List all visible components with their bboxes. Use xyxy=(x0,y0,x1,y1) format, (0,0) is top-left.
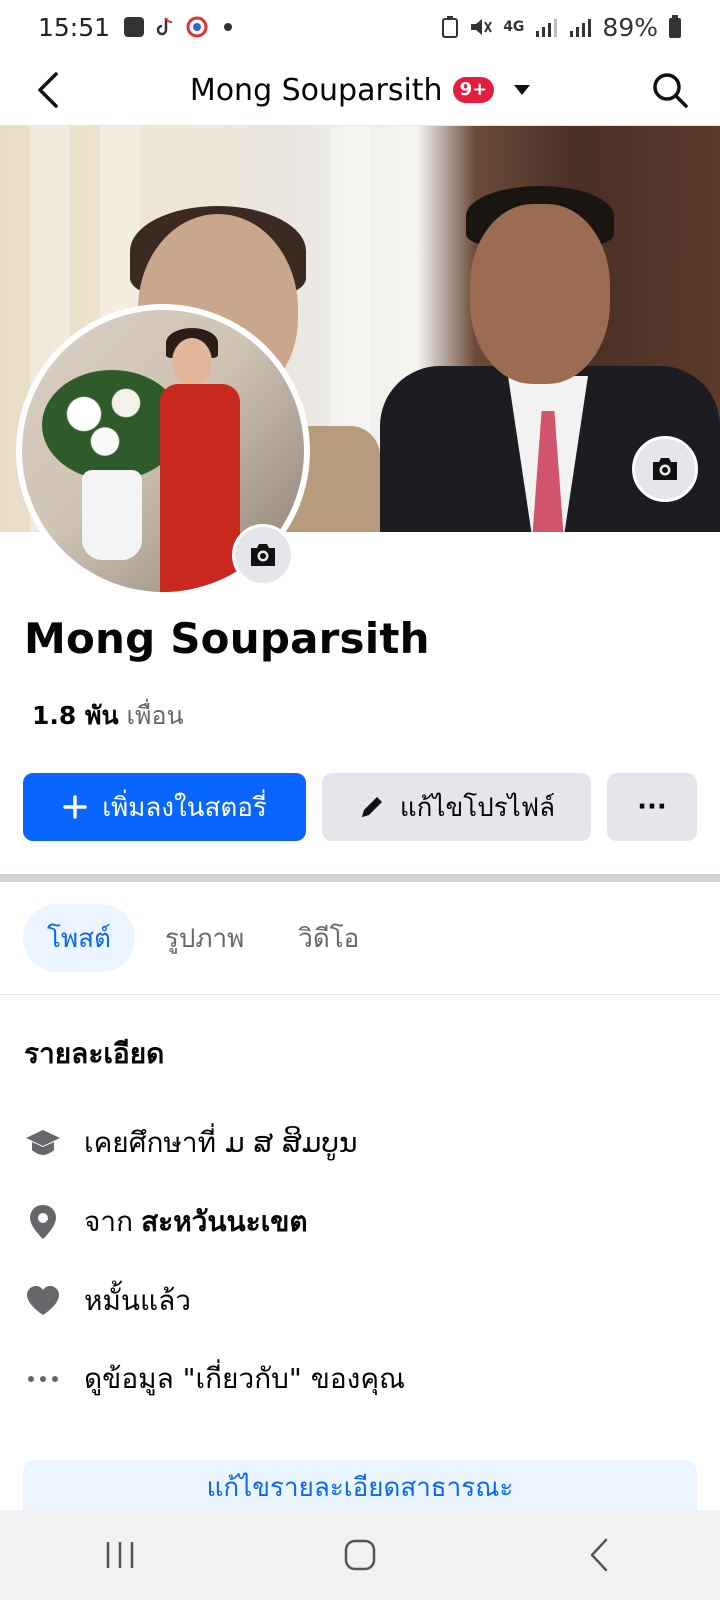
signal-icon xyxy=(536,19,558,37)
plus-icon xyxy=(63,795,87,819)
edit-cover-button[interactable] xyxy=(632,436,698,502)
network-type: 4G xyxy=(503,19,525,35)
detail-about-link[interactable]: ดูข้อมูล "เกี่ยวกับ" ของคุณ xyxy=(24,1354,694,1404)
status-right: 4G 89% xyxy=(441,13,682,42)
friends-label: เพื่อน xyxy=(126,701,184,730)
friends-count: 1.8 พัน xyxy=(32,701,119,730)
back-icon xyxy=(590,1538,608,1572)
system-nav-bar xyxy=(0,1510,720,1600)
battery-icon xyxy=(669,15,681,38)
mute-icon xyxy=(471,19,493,35)
avatar-vase xyxy=(82,470,142,560)
battery-percent: 89% xyxy=(602,12,658,42)
app-notification-icon xyxy=(186,16,208,38)
detail-hometown-place: สะหวันนะเขต xyxy=(141,1205,308,1238)
edit-public-details-label: แก้ไขรายละเอียดสาธารณะ xyxy=(206,1472,514,1503)
signal-icon-2 xyxy=(570,19,592,37)
profile-switcher[interactable]: Mong Souparsith 9+ xyxy=(0,54,720,126)
add-to-story-button[interactable]: เพิ่มลงในสตอรี่ xyxy=(23,773,306,841)
detail-about-text: ดูข้อมูล "เกี่ยวกับ" ของคุณ xyxy=(84,1362,406,1395)
more-dots-icon: ··· xyxy=(637,792,667,822)
detail-hometown: จาก สะหวันนะเขต xyxy=(24,1197,694,1247)
location-pin-icon xyxy=(24,1203,62,1241)
detail-relationship: หมั้นแล้ว xyxy=(24,1276,694,1326)
recent-apps-icon xyxy=(106,1542,134,1568)
avatar-person-face xyxy=(172,338,212,386)
detail-education: เคยศึกษาที่ ມ ສ ສິມບູນ xyxy=(24,1118,694,1168)
system-back-button[interactable] xyxy=(560,1520,640,1590)
back-button[interactable] xyxy=(26,68,70,112)
profile-actions: เพิ่มลงในสตอรี่ แก้ไขโปรไฟล์ ··· xyxy=(23,773,697,841)
recent-apps-button[interactable] xyxy=(80,1520,160,1590)
tiktok-notification-icon xyxy=(156,17,173,36)
profile-name: Mong Souparsith xyxy=(24,614,430,663)
add-to-story-label: เพิ่มลงในสตอรี่ xyxy=(102,792,267,823)
tab-posts[interactable]: โพสต์ xyxy=(23,904,135,972)
search-icon xyxy=(653,73,688,108)
page-title: Mong Souparsith xyxy=(189,72,443,108)
edit-profile-label: แก้ไขโปรไฟล์ xyxy=(399,792,556,823)
profile-tabs: โพสต์ รูปภาพ วิดีโอ xyxy=(23,904,383,972)
home-icon xyxy=(344,1539,376,1571)
chevron-down-icon xyxy=(514,85,531,95)
heart-icon xyxy=(24,1282,62,1320)
more-dots-icon xyxy=(24,1360,62,1398)
back-arrow-icon xyxy=(38,72,58,108)
section-divider xyxy=(0,874,720,882)
notification-badge: 9+ xyxy=(452,77,495,103)
edit-profile-button[interactable]: แก้ไขโปรไฟล์ xyxy=(322,773,591,841)
camera-icon xyxy=(251,544,275,566)
pencil-icon xyxy=(361,797,382,817)
graduation-cap-icon xyxy=(24,1124,62,1162)
status-time: 15:51 xyxy=(38,12,111,42)
friends-count-link[interactable]: 1.8 พัน เพื่อน xyxy=(32,696,184,736)
tab-videos[interactable]: วิดีโอ xyxy=(274,904,383,972)
detail-relationship-text: หมั้นแล้ว xyxy=(84,1284,191,1317)
cover-person-face xyxy=(470,204,610,384)
gallery-notification-icon xyxy=(124,17,145,37)
avatar-person-dress xyxy=(160,384,240,592)
battery-saver-icon xyxy=(442,16,459,38)
details-heading: รายละเอียด xyxy=(24,1037,165,1070)
status-notification-icons xyxy=(124,16,233,38)
camera-icon xyxy=(653,458,677,480)
more-options-button[interactable]: ··· xyxy=(607,773,697,841)
search-button[interactable] xyxy=(646,66,694,114)
home-button[interactable] xyxy=(320,1520,400,1590)
edit-profile-picture-button[interactable] xyxy=(232,524,294,586)
status-bar: 15:51 4G 89% xyxy=(0,0,720,54)
tabs-divider xyxy=(0,994,720,995)
detail-hometown-prefix: จาก xyxy=(84,1205,134,1238)
more-notifications-dot xyxy=(224,23,233,31)
app-bar: Mong Souparsith 9+ xyxy=(0,54,720,126)
tab-photos[interactable]: รูปภาพ xyxy=(141,904,268,972)
detail-education-text: เคยศึกษาที่ ມ ສ ສິມບູນ xyxy=(84,1126,358,1159)
